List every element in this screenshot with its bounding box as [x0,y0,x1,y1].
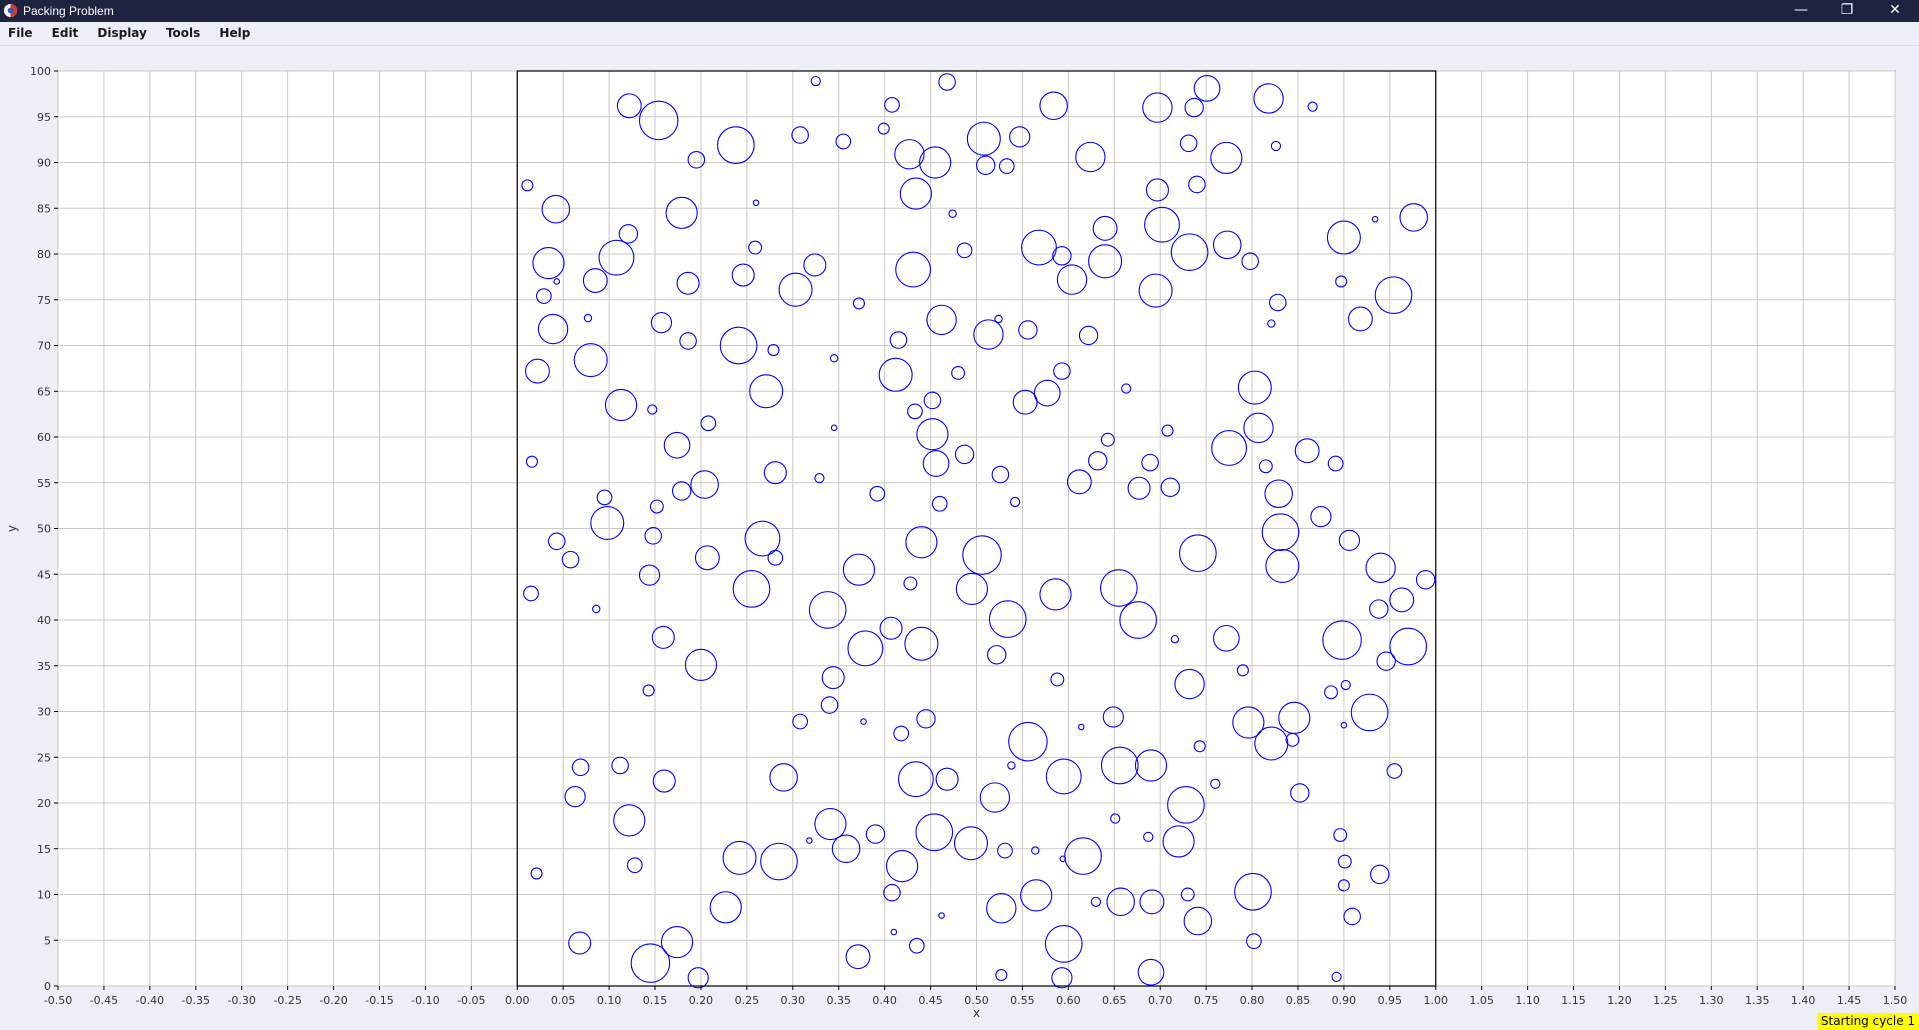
x-tick-label: 0.95 [1378,994,1403,1007]
close-button[interactable]: ✕ [1872,0,1918,22]
x-tick-label: -0.15 [365,994,393,1007]
y-tick-label: 15 [37,843,51,856]
x-tick-label: 0.85 [1286,994,1311,1007]
y-tick-label: 100 [30,65,51,78]
x-tick-label: 0.90 [1332,994,1357,1007]
x-axis-ticks: -0.50 -0.45 -0.40 -0.35 -0.30 -0.25 -0.20 -0.15… [44,986,1907,1007]
y-tick-label: 90 [37,157,51,170]
y-tick-label: 45 [37,568,51,581]
y-tick-label: 10 [37,889,51,902]
x-tick-label: -0.05 [457,994,485,1007]
x-tick-label: 0.05 [551,994,576,1007]
x-tick-label: 0.30 [781,994,806,1007]
x-tick-label: 0.60 [1056,994,1081,1007]
x-tick-label: -0.30 [227,994,255,1007]
x-tick-label: -0.40 [136,994,164,1007]
y-tick-label: 70 [37,340,51,353]
x-tick-label: 0.40 [872,994,897,1007]
x-axis-label: x [973,1006,980,1020]
menu-help[interactable]: Help [213,22,256,45]
menu-display[interactable]: Display [91,22,152,45]
y-axis-label: y [5,525,19,532]
app-icon [3,3,18,18]
y-tick-label: 95 [37,111,51,124]
minimize-button[interactable]: — [1778,0,1824,22]
x-tick-label: 0.20 [689,994,714,1007]
x-tick-label: 1.25 [1653,994,1678,1007]
y-tick-label: 0 [44,980,51,993]
x-tick-label: 0.35 [826,994,851,1007]
x-tick-label: 0.25 [735,994,760,1007]
x-tick-label: -0.50 [44,994,72,1007]
x-tick-label: 0.80 [1240,994,1265,1007]
y-tick-label: 5 [44,934,51,947]
y-tick-label: 55 [37,477,51,490]
x-tick-label: 0.75 [1194,994,1219,1007]
x-tick-label: 1.45 [1837,994,1862,1007]
x-tick-label: 1.00 [1424,994,1449,1007]
x-tick-label: 0.00 [505,994,530,1007]
y-tick-label: 40 [37,614,51,627]
status-label: Starting cycle 1 [1817,1013,1919,1030]
x-tick-label: -0.45 [90,994,118,1007]
x-tick-label: 1.40 [1791,994,1816,1007]
x-tick-label: 1.10 [1515,994,1540,1007]
x-tick-label: -0.20 [319,994,347,1007]
x-tick-label: 0.15 [643,994,668,1007]
x-tick-label: 1.15 [1561,994,1586,1007]
menu-file[interactable]: File [2,22,39,45]
y-tick-label: 25 [37,751,51,764]
packing-plot[interactable]: -0.50 -0.45 -0.40 -0.35 -0.30 -0.25 -0.20 -0.15… [0,46,1919,1030]
y-tick-label: 35 [37,660,51,673]
y-tick-label: 20 [37,797,51,810]
y-tick-label: 65 [37,385,51,398]
restore-button[interactable]: ❐ [1824,0,1870,22]
x-tick-label: 1.35 [1745,994,1770,1007]
y-tick-label: 50 [37,523,51,536]
menu-tools[interactable]: Tools [160,22,206,45]
y-axis-ticks: 0 5 10 15 20 25 30 35 40 45 50 55 60 65 70 75 80 85 90 95 10… [30,65,58,993]
x-tick-label: 0.10 [597,994,622,1007]
menu-edit[interactable]: Edit [46,22,85,45]
x-tick-label: -0.35 [182,994,210,1007]
x-tick-label: 1.30 [1699,994,1724,1007]
x-tick-label: 1.20 [1607,994,1632,1007]
x-tick-label: 1.05 [1469,994,1494,1007]
menu-bar: File Edit Display Tools Help [0,22,1919,46]
y-tick-label: 60 [37,431,51,444]
title-bar: Packing Problem — ❐ ✕ [0,0,1919,22]
x-tick-label: 0.45 [918,994,943,1007]
x-tick-label: -0.25 [273,994,301,1007]
x-tick-label: 1.50 [1883,994,1908,1007]
grid [57,70,1896,987]
y-tick-label: 75 [37,294,51,307]
y-tick-label: 30 [37,706,51,719]
window-title: Packing Problem [23,4,114,18]
x-tick-label: 0.55 [1010,994,1035,1007]
y-tick-label: 80 [37,248,51,261]
y-tick-label: 85 [37,202,51,215]
x-tick-label: -0.10 [411,994,439,1007]
x-tick-label: 0.65 [1102,994,1127,1007]
x-tick-label: 0.70 [1148,994,1173,1007]
